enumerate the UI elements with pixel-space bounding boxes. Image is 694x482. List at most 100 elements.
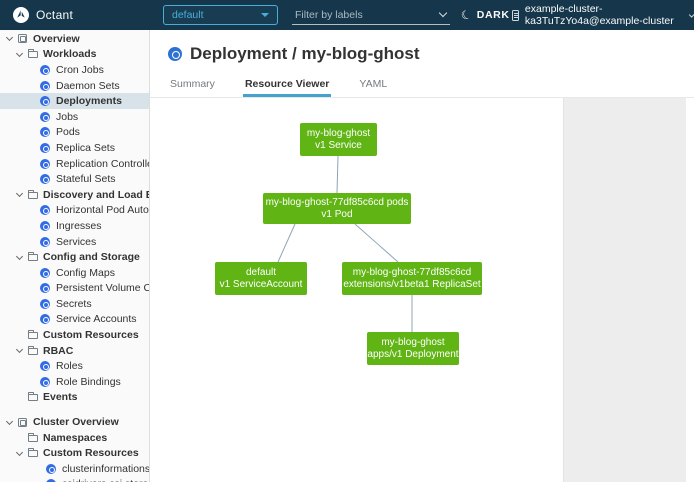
sidebar-item-events[interactable]: Events xyxy=(0,390,149,406)
title-row: Deployment / my-blog-ghost xyxy=(150,30,694,64)
sidebar-item-label: Role Bindings xyxy=(56,376,121,388)
graph-node-serviceaccount[interactable]: defaultv1 ServiceAccount xyxy=(215,262,307,295)
sidebar-item-horizontal-pod-autoscalers[interactable]: Horizontal Pod Autoscalers xyxy=(0,203,149,219)
sidebar-item-role-bindings[interactable]: Role Bindings xyxy=(0,374,149,390)
chevron-down-icon[interactable] xyxy=(439,9,447,17)
sidebar-item-csidrivers-csi-storage-k8s-io[interactable]: csidrivers.csi.storage.k8s.io xyxy=(0,477,149,482)
chevron-down-icon[interactable] xyxy=(16,449,23,456)
sidebar-item-daemon-sets[interactable]: Daemon Sets xyxy=(0,78,149,94)
node-kind: v1 Service xyxy=(315,140,362,152)
chevron-down-icon[interactable] xyxy=(16,253,23,260)
sidebar-item-jobs[interactable]: Jobs xyxy=(0,109,149,125)
sidebar-item-overview[interactable]: Overview xyxy=(0,31,149,47)
folder-icon xyxy=(28,332,38,339)
sidebar-item-ingresses[interactable]: Ingresses xyxy=(0,218,149,234)
sidebar-item-clusterinformations-crd-projec[interactable]: clusterinformations.crd.projec xyxy=(0,461,149,477)
tab-bar: Summary Resource Viewer YAML xyxy=(150,64,694,98)
page-title: Deployment / my-blog-ghost xyxy=(190,44,420,64)
sidebar-item-workloads[interactable]: Workloads xyxy=(0,47,149,63)
tab-resource-viewer[interactable]: Resource Viewer xyxy=(243,76,331,97)
sidebar-item-replication-controllers[interactable]: Replication Controllers xyxy=(0,156,149,172)
dark-theme-toggle[interactable]: ☾ DARK xyxy=(461,0,510,30)
sidebar-item-label: Config and Storage xyxy=(43,251,140,263)
sidebar-item-rbac[interactable]: RBAC xyxy=(0,343,149,359)
sidebar-item-custom-resources[interactable]: Custom Resources xyxy=(0,445,149,461)
namespace-dropdown-value: default xyxy=(172,9,204,21)
tab-summary[interactable]: Summary xyxy=(168,76,217,97)
chevron-down-icon[interactable] xyxy=(16,190,23,197)
sidebar-item-label: Secrets xyxy=(56,298,92,310)
node-name: my-blog-ghost xyxy=(381,337,444,349)
sidebar-item-replica-sets[interactable]: Replica Sets xyxy=(0,140,149,156)
sidebar-item-stateful-sets[interactable]: Stateful Sets xyxy=(0,171,149,187)
sidebar-item-label: Events xyxy=(43,391,77,403)
sidebar-item-label: clusterinformations.crd.projec xyxy=(62,463,149,475)
graph-node-deployment[interactable]: my-blog-ghostapps/v1 Deployment xyxy=(367,332,459,365)
graph-node-pod[interactable]: my-blog-ghost-77df85c6cd podsv1 Pod xyxy=(263,193,411,224)
graph-edge-pod-serviceaccount xyxy=(278,224,295,262)
sidebar-item-label: Deployments xyxy=(56,95,122,107)
sidebar-item-label: Service Accounts xyxy=(56,313,137,325)
sidebar-item-discovery-and-load-balancing[interactable]: Discovery and Load Balancing xyxy=(0,187,149,203)
chevron-down-icon[interactable] xyxy=(16,50,23,57)
chevron-down-icon[interactable] xyxy=(6,34,13,41)
sidebar-item-roles[interactable]: Roles xyxy=(0,358,149,374)
sidebar-item-label: RBAC xyxy=(43,345,73,357)
dark-toggle-label: DARK xyxy=(477,9,510,21)
chevron-down-icon xyxy=(689,11,694,17)
sidebar-item-pods[interactable]: Pods xyxy=(0,125,149,141)
sidebar-item-deployments[interactable]: Deployments xyxy=(0,93,149,109)
sidebar-item-persistent-volume-claims[interactable]: Persistent Volume Claims xyxy=(0,281,149,297)
sidebar-item-label: Namespaces xyxy=(43,432,107,444)
namespace-dropdown[interactable]: default xyxy=(163,5,278,25)
graph-edge-service-pod xyxy=(337,156,338,193)
filter-by-labels-input[interactable]: Filter by labels xyxy=(292,5,450,25)
node-name: default xyxy=(246,267,276,279)
moon-icon: ☾ xyxy=(459,7,474,24)
sidebar-item-custom-resources[interactable]: Custom Resources xyxy=(0,327,149,343)
node-kind: v1 Pod xyxy=(321,209,352,221)
content-area: OverviewWorkloadsCron Jobs Daemon Sets Dep… xyxy=(0,30,694,482)
brand: Octant xyxy=(13,0,73,30)
folder-icon xyxy=(28,51,38,58)
filter-placeholder: Filter by labels xyxy=(292,9,363,21)
sidebar-item-secrets[interactable]: Secrets xyxy=(0,296,149,312)
sidebar-item-cron-jobs[interactable]: Cron Jobs xyxy=(0,62,149,78)
graph-node-service[interactable]: my-blog-ghostv1 Service xyxy=(300,123,377,156)
node-name: my-blog-ghost-77df85c6cd xyxy=(353,267,471,279)
resource-badge-icon xyxy=(40,283,50,293)
resource-badge-icon xyxy=(40,299,50,309)
deployment-resource-icon xyxy=(168,47,182,61)
sidebar-item-label: Cron Jobs xyxy=(56,64,104,76)
top-header-bar: Octant default Filter by labels ☾ DARK e… xyxy=(0,0,694,30)
sidebar-item-label: Daemon Sets xyxy=(56,80,120,92)
tab-yaml[interactable]: YAML xyxy=(357,76,389,97)
sidebar-item-label: Replica Sets xyxy=(56,142,115,154)
sidebar-item-label: Services xyxy=(56,236,96,248)
node-kind: apps/v1 Deployment xyxy=(367,349,458,361)
sidebar-item-label: Ingresses xyxy=(56,220,102,232)
resource-badge-icon xyxy=(40,159,50,169)
resource-badge-icon xyxy=(40,221,50,231)
resource-badge-icon xyxy=(40,143,50,153)
sidebar-item-namespaces[interactable]: Namespaces xyxy=(0,430,149,446)
cluster-context-selector[interactable]: example-cluster-ka3TuTzYo4a@example-clus… xyxy=(512,0,694,30)
sidebar-item-label: Discovery and Load Balancing xyxy=(43,189,149,201)
sidebar-item-service-accounts[interactable]: Service Accounts xyxy=(0,312,149,328)
sidebar-item-config-and-storage[interactable]: Config and Storage xyxy=(0,249,149,265)
sidebar-item-services[interactable]: Services xyxy=(0,234,149,250)
resource-badge-icon xyxy=(46,464,56,474)
chevron-down-icon[interactable] xyxy=(16,346,23,353)
cluster-context-icon xyxy=(512,10,519,21)
sidebar-item-config-maps[interactable]: Config Maps xyxy=(0,265,149,281)
sidebar-item-label: Stateful Sets xyxy=(56,173,116,185)
sidebar-item-label: Horizontal Pod Autoscalers xyxy=(56,204,149,216)
sidebar-item-label: Config Maps xyxy=(56,267,115,279)
node-kind: extensions/v1beta1 ReplicaSet xyxy=(343,279,480,291)
resource-badge-icon xyxy=(40,268,50,278)
folder-icon xyxy=(28,254,38,261)
sidebar-item-cluster-overview[interactable]: Cluster Overview xyxy=(0,414,149,430)
graph-node-replicaset[interactable]: my-blog-ghost-77df85c6cdextensions/v1bet… xyxy=(342,262,482,295)
chevron-down-icon[interactable] xyxy=(6,418,13,425)
sidebar-item-label: csidrivers.csi.storage.k8s.io xyxy=(62,478,149,482)
